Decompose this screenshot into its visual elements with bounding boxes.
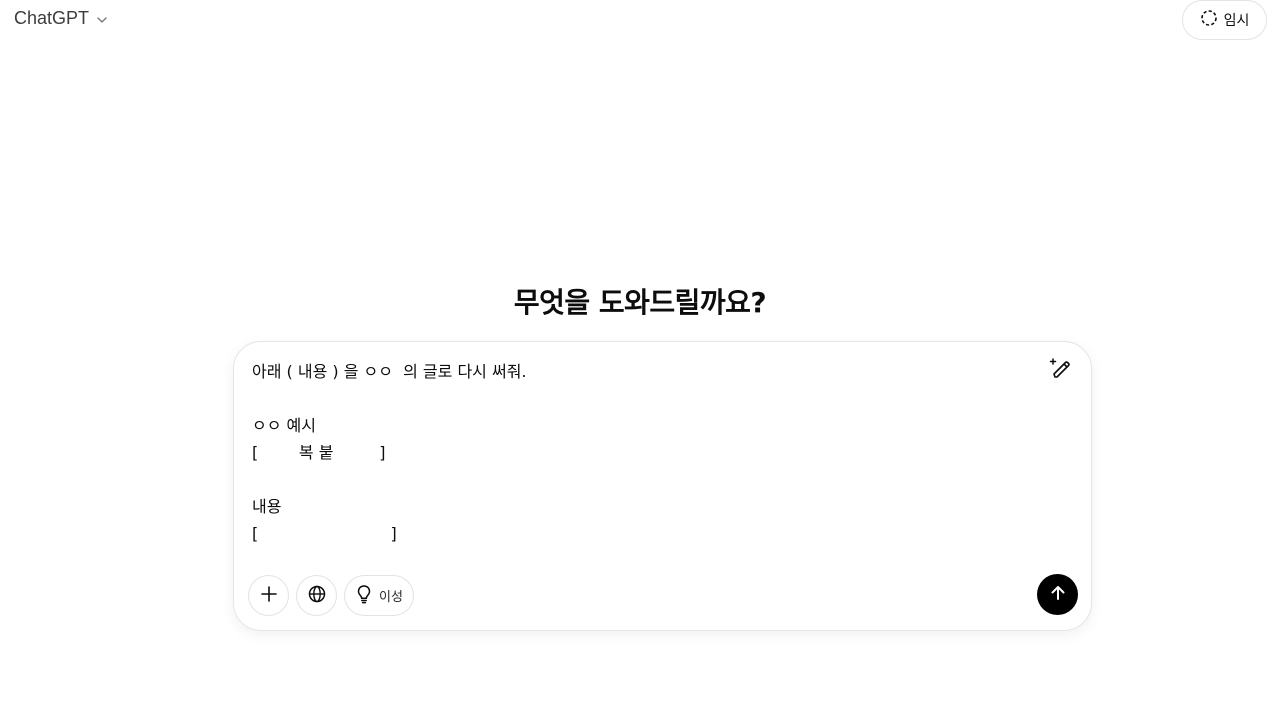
- search-button[interactable]: [296, 575, 337, 616]
- model-switcher[interactable]: ChatGPT: [14, 8, 109, 29]
- temporary-chat-button[interactable]: 임시: [1182, 0, 1267, 40]
- arrow-up-icon: [1048, 583, 1068, 607]
- prompt-composer: 아래 ( 내용 ) 을 ㅇㅇ 의 글로 다시 써줘. ㅇㅇ 예시 [ 복 붙 ]…: [233, 341, 1092, 631]
- lightbulb-icon: [355, 584, 373, 608]
- plus-icon: [260, 585, 278, 607]
- composer-actions: 이성: [248, 575, 414, 616]
- send-button[interactable]: [1037, 574, 1078, 615]
- temporary-chat-label: 임시: [1223, 13, 1250, 29]
- reason-label: 이성: [379, 590, 403, 605]
- chevron-down-icon: [95, 12, 109, 26]
- page-title: 무엇을 도와드릴까요?: [513, 286, 767, 319]
- globe-icon: [307, 584, 327, 608]
- model-name: ChatGPT: [14, 8, 90, 28]
- attach-button[interactable]: [248, 575, 289, 616]
- magic-pencil-icon[interactable]: [1047, 356, 1073, 382]
- top-bar: ChatGPT 임시: [0, 0, 1280, 40]
- dashed-circle-icon: [1200, 9, 1218, 31]
- prompt-input[interactable]: 아래 ( 내용 ) 을 ㅇㅇ 의 글로 다시 써줘. ㅇㅇ 예시 [ 복 붙 ]…: [252, 358, 1032, 547]
- reason-button[interactable]: 이성: [344, 575, 414, 616]
